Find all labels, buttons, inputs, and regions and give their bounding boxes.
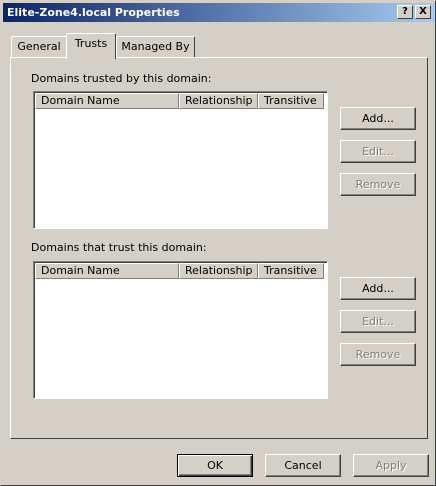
trusting-list[interactable]: Domain Name Relationship Transitive [33, 261, 328, 399]
title-bar[interactable]: Elite-Zone4.local Properties ? X [3, 3, 435, 22]
tab-managed-by[interactable]: Managed By [116, 36, 195, 58]
help-button[interactable]: ? [397, 5, 413, 19]
tab-general[interactable]: General [11, 36, 67, 58]
trusting-label: Domains that trust this domain: [31, 241, 207, 254]
column-header-relationship[interactable]: Relationship [179, 93, 258, 109]
properties-dialog: Elite-Zone4.local Properties ? X General… [0, 0, 436, 486]
trusted-by-list[interactable]: Domain Name Relationship Transitive [33, 91, 328, 229]
edit-trusted-button[interactable]: Edit... [340, 140, 416, 163]
edit-trusting-button[interactable]: Edit... [340, 310, 416, 333]
column-header-domain-name[interactable]: Domain Name [35, 93, 179, 109]
remove-trusting-button[interactable]: Remove [340, 343, 416, 366]
column-header-transitive[interactable]: Transitive [258, 93, 324, 109]
cancel-button[interactable]: Cancel [265, 454, 341, 477]
column-header-transitive[interactable]: Transitive [258, 263, 324, 279]
apply-button[interactable]: Apply [353, 454, 429, 477]
remove-trusted-button[interactable]: Remove [340, 173, 416, 196]
close-button[interactable]: X [415, 5, 431, 19]
tab-trusts[interactable]: Trusts [66, 33, 116, 59]
column-header-relationship[interactable]: Relationship [179, 263, 258, 279]
add-trusting-button[interactable]: Add... [340, 277, 416, 300]
trusts-panel: Domains trusted by this domain: Domain N… [10, 57, 428, 439]
window-title: Elite-Zone4.local Properties [7, 6, 180, 19]
column-header-domain-name[interactable]: Domain Name [35, 263, 179, 279]
add-trusted-button[interactable]: Add... [340, 107, 416, 130]
trusted-by-label: Domains trusted by this domain: [31, 72, 212, 85]
ok-button[interactable]: OK [177, 454, 253, 477]
